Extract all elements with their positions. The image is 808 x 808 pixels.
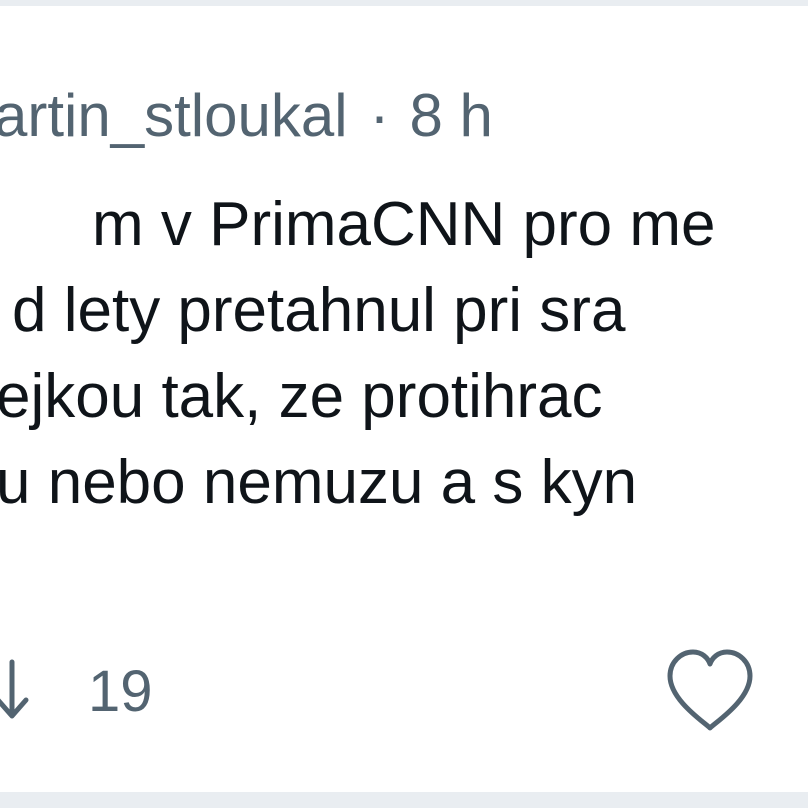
heart-icon (667, 649, 753, 731)
tweet-card[interactable]: artin_stloukal · 8 h m v PrimaCNN pro me d… (0, 6, 808, 792)
tweet-text-line: ejkou tak, ze protihrac (0, 362, 603, 431)
retweet-icon (0, 659, 29, 719)
tweet-text-line: m v PrimaCNN pro me (92, 190, 716, 259)
meta-separator: · (369, 82, 390, 149)
author-handle[interactable]: artin_stloukal (0, 82, 348, 149)
retweet-count: 19 (88, 659, 153, 724)
tweet-header: artin_stloukal · 8 h (0, 76, 493, 156)
tweet-text-line: u nebo nemuzu a s kyn (0, 448, 638, 517)
tweet-actions: 19 (0, 636, 808, 746)
card-divider (0, 792, 808, 808)
tweet-timestamp[interactable]: 8 h (410, 82, 493, 149)
tweet-text-line: d lety pretahnul pri sra (12, 276, 626, 345)
